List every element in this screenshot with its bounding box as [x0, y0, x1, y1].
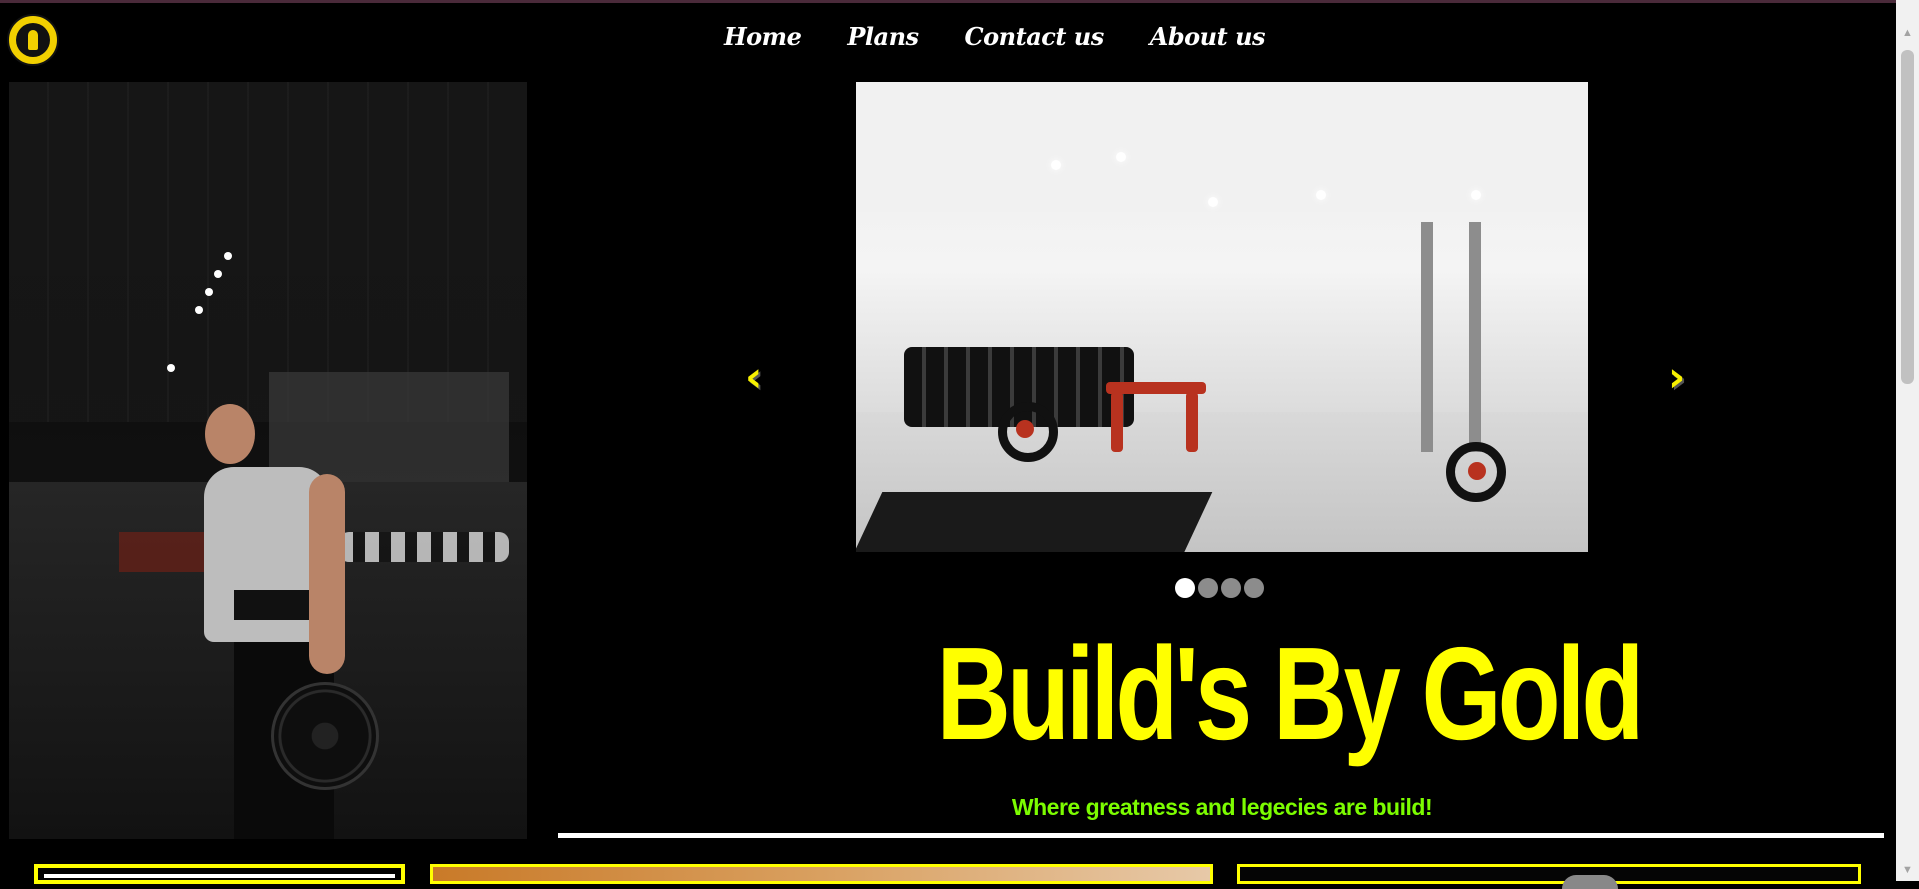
feature-card-1[interactable]	[34, 864, 405, 884]
weight-plate	[271, 682, 379, 790]
carousel-indicators	[1175, 578, 1264, 598]
page-scrollbar[interactable]: ▲ ▼	[1896, 0, 1919, 881]
scroll-up-icon[interactable]: ▲	[1896, 22, 1919, 44]
carousel-dot-4[interactable]	[1244, 578, 1264, 598]
logo-emblem-icon	[16, 23, 50, 57]
carousel-next-button[interactable]: ›	[1668, 352, 1685, 401]
scroll-down-icon[interactable]: ▼	[1896, 859, 1919, 881]
nav-contact-us[interactable]: Contact us	[965, 22, 1105, 51]
nav-home[interactable]: Home	[724, 22, 802, 51]
logo[interactable]	[7, 14, 59, 66]
carousel-dot-1[interactable]	[1175, 578, 1195, 598]
feature-card-3[interactable]	[1237, 864, 1861, 889]
gym-man-photo	[9, 82, 527, 839]
hero-tagline: Where greatness and legecies are build!	[1011, 794, 1433, 820]
carousel-slide-image	[856, 82, 1588, 552]
carousel-dot-2[interactable]	[1198, 578, 1218, 598]
top-border	[0, 0, 1919, 3]
carousel-dot-3[interactable]	[1221, 578, 1241, 598]
carousel-prev-button[interactable]: ‹	[745, 352, 762, 401]
nav-about-us[interactable]: About us	[1150, 22, 1266, 51]
section-divider	[558, 833, 1884, 838]
feature-card-2[interactable]	[430, 864, 1213, 884]
hero-headline: Build's By Gold	[936, 620, 1645, 767]
nav-plans[interactable]: Plans	[847, 22, 919, 51]
main-nav: Home Plans Contact us About us	[724, 22, 1311, 51]
scrollbar-thumb[interactable]	[1901, 50, 1914, 384]
